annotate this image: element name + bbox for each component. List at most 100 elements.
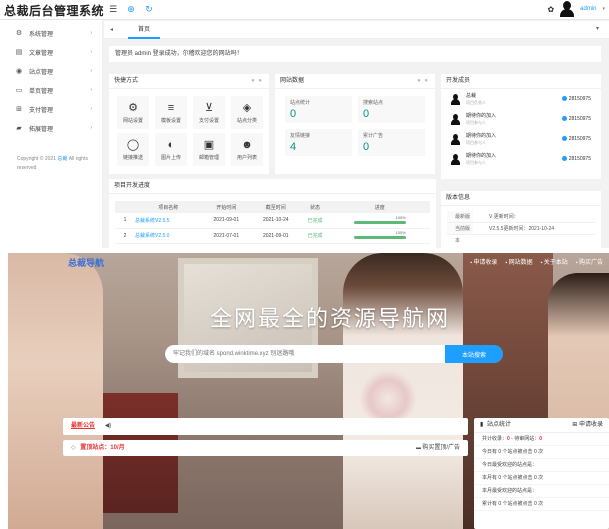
- site-data-card: 网站数据 ● ● 站点统计 0 搜索站点 0 友情链接 4 累计广告 0: [275, 74, 435, 174]
- quick-image-upload[interactable]: ◐ 图片上传: [155, 133, 187, 166]
- nav-site-screen: 总裁导航 申请收录 网站数据 关于本站 购买广告 全网最全的资源导航网 本站搜索…: [8, 253, 609, 529]
- sidebar-item-pages[interactable]: ▭ 单页管理 ›: [0, 81, 102, 100]
- stats-title: 站点统计: [486, 422, 511, 428]
- admin-screen: 总裁后台管理系统 ☰ ⊕ ↻ ✿ admin ▾ ⚙ 系统管理 › ▤ 文章管理 › ◉…: [0, 0, 609, 248]
- admin-sidebar: ⚙ 系统管理 › ▤ 文章管理 › ◉ 站点管理 › ▭ 单页管理 › ⊞ 支付管理 › ▰ 拓展管理…: [0, 20, 103, 248]
- cart-icon: ⊞: [16, 105, 22, 113]
- flag-icon: ▮: [480, 422, 484, 428]
- sidebar-item-extensions[interactable]: ▰ 拓展管理 ›: [0, 119, 102, 138]
- hero-title: 全网最全的资源导航网: [210, 307, 451, 332]
- carousel-dots[interactable]: ● ●: [251, 74, 263, 89]
- speaker-icon: ◀): [104, 423, 112, 429]
- search-button[interactable]: 本站搜索: [445, 345, 503, 363]
- table-row: 1 总裁系统V2.5.5 2021-09-01 2021-10-24 已完成 1…: [115, 213, 430, 229]
- qq-number[interactable]: 28150975: [562, 116, 591, 122]
- stat-total-ads[interactable]: 累计广告 0: [358, 129, 425, 156]
- stat-search-sites[interactable]: 搜索站点 0: [358, 96, 425, 123]
- quick-card: 快捷方式 ● ● ⚙ 网站设置 ≡ 模板设置 ⊻ 支付设置 ◈ 站点分类 ◯ 链接推送 ◐ 图…: [109, 74, 269, 174]
- progress-table: 项目名称 开始时间 截至时间 状态 进度 1 总裁系统V2.5.5 2021-0…: [115, 201, 430, 244]
- nav-apply-link[interactable]: 申请收录: [470, 257, 497, 266]
- sidebar-item-sites[interactable]: ◉ 站点管理 ›: [0, 62, 102, 81]
- users-icon: ☻: [241, 139, 253, 151]
- progress-bar: 100%: [353, 230, 406, 239]
- search-input[interactable]: [165, 345, 445, 363]
- version-row: 当前版本 V2.5.5更新时间：2021-10-24: [447, 223, 595, 244]
- status-badge: 已完成: [300, 213, 330, 229]
- chevron-icon: ›: [90, 87, 92, 93]
- globe-icon[interactable]: ⊕: [126, 4, 136, 15]
- menu-toggle-icon[interactable]: ☰: [108, 4, 118, 15]
- progress-card: 项目开发进度 项目名称 开始时间 截至时间 状态 进度 1 总裁系统V2.5.5…: [109, 179, 436, 248]
- quick-link-push[interactable]: ◯ 链接推送: [117, 133, 149, 166]
- tab-prev-icon[interactable]: ◂: [110, 26, 113, 33]
- nav-data-link[interactable]: 网站数据: [505, 257, 533, 266]
- login-notice: 管理员 admin 登录成功，尔稽欢迎您的网站吗！: [109, 46, 601, 62]
- admin-header: 总裁后台管理系统 ☰ ⊕ ↻ ✿ admin ▾: [0, 0, 609, 20]
- copyright-link[interactable]: 总裁: [57, 156, 67, 162]
- stat-site-count[interactable]: 站点统计 0: [285, 96, 352, 123]
- table-header: 项目名称 开始时间 截至时间 状态 进度: [115, 201, 430, 213]
- tab-bar: ◂ 首页 ▾: [104, 21, 609, 39]
- refresh-icon[interactable]: ↻: [144, 4, 154, 15]
- site-logo[interactable]: 总裁导航: [68, 256, 104, 269]
- quick-mail-manage[interactable]: ▣ 邮箱管理: [193, 133, 225, 166]
- quick-user-list[interactable]: ☻ 用户列表: [231, 133, 263, 166]
- compass-icon: ◐: [167, 139, 175, 151]
- version-title: 版本信息: [446, 195, 471, 201]
- progress-title: 项目开发进度: [114, 183, 151, 189]
- buy-ads-link[interactable]: 购买置顶/广告: [416, 440, 460, 456]
- stats-row: 今日有 0 个站点被点击 0 次: [474, 446, 609, 459]
- qq-number[interactable]: 28150975: [562, 136, 591, 142]
- stats-row: 共计收录：0 - 待审网站：0: [474, 433, 609, 446]
- cart-icon: ⊻: [204, 102, 214, 114]
- apply-link[interactable]: ⊞ 申请收录: [572, 418, 603, 433]
- dev-member: 期待你的加入 项目参与人 28150975: [441, 109, 601, 129]
- quick-site-settings[interactable]: ⚙ 网站设置: [117, 96, 149, 129]
- qq-number[interactable]: 28150975: [562, 156, 591, 162]
- qq-number[interactable]: 28150975: [562, 96, 591, 102]
- dev-member: 期待你的加入 项目参与人 28150975: [441, 149, 601, 169]
- diamond-icon: ◇: [71, 445, 76, 451]
- theme-icon[interactable]: ✿: [547, 5, 554, 14]
- background-photo: [8, 253, 103, 529]
- project-link[interactable]: 总裁系统V2.5.5: [135, 213, 202, 229]
- dev-member: 期待你的加入 项目参与人 28150975: [441, 129, 601, 149]
- sidebar-item-articles[interactable]: ▤ 文章管理 ›: [0, 43, 102, 62]
- notice-panel: 最新公告 ◀): [63, 418, 468, 435]
- quick-template-settings[interactable]: ≡ 模板设置: [155, 96, 187, 129]
- version-row: 最新版本V 更新时间：: [447, 211, 595, 232]
- nav-ads-link[interactable]: 购买广告: [576, 257, 603, 266]
- quick-site-category[interactable]: ◈ 站点分类: [231, 96, 263, 129]
- chevron-icon: ›: [90, 68, 92, 74]
- search-bar: 本站搜索: [165, 345, 503, 363]
- site-data-title: 网站数据: [280, 78, 305, 84]
- avatar[interactable]: [560, 1, 575, 17]
- tab-home[interactable]: 首页: [128, 21, 161, 39]
- avatar: [451, 93, 460, 105]
- tab-menu-icon[interactable]: ▾: [596, 25, 599, 32]
- copyright: Copyright © 2021 总裁 All rights reserved: [17, 156, 88, 171]
- sliders-icon: ≡: [167, 102, 175, 114]
- admin-username[interactable]: admin: [580, 6, 596, 12]
- sidebar-item-system[interactable]: ⚙ 系统管理 ›: [0, 24, 102, 43]
- chevron-icon: ›: [90, 30, 92, 36]
- notice-title[interactable]: 最新公告: [71, 423, 95, 429]
- chevron-icon: ›: [90, 49, 92, 55]
- avatar: [451, 153, 460, 165]
- progress-bar: 100%: [353, 215, 406, 224]
- stats-row: 本月有 0 个站点被点击 0 次: [474, 472, 609, 485]
- chevron-down-icon[interactable]: ▾: [602, 6, 605, 12]
- stat-friend-links[interactable]: 友情链接 4: [285, 129, 352, 156]
- site-nav: 申请收录 网站数据 关于本站 购买广告: [470, 257, 603, 266]
- stats-panel: ▮ 站点统计 ⊞ 申请收录 共计收录：0 - 待审网站：0 今日有 0 个站点被…: [474, 418, 609, 529]
- document-icon: ▤: [15, 48, 23, 56]
- gear-icon: ⚙: [128, 102, 138, 114]
- sidebar-item-payment[interactable]: ⊞ 支付管理 ›: [0, 100, 102, 119]
- quick-payment-settings[interactable]: ⊻ 支付设置: [193, 96, 225, 129]
- carousel-dots[interactable]: ● ●: [417, 74, 429, 89]
- page-icon: ▭: [15, 86, 23, 94]
- nav-about-link[interactable]: 关于本站: [541, 257, 568, 266]
- status-badge: 已完成: [300, 228, 330, 244]
- project-link[interactable]: 总裁系统V2.5.0: [135, 228, 202, 244]
- devs-title: 开发成员: [446, 78, 471, 84]
